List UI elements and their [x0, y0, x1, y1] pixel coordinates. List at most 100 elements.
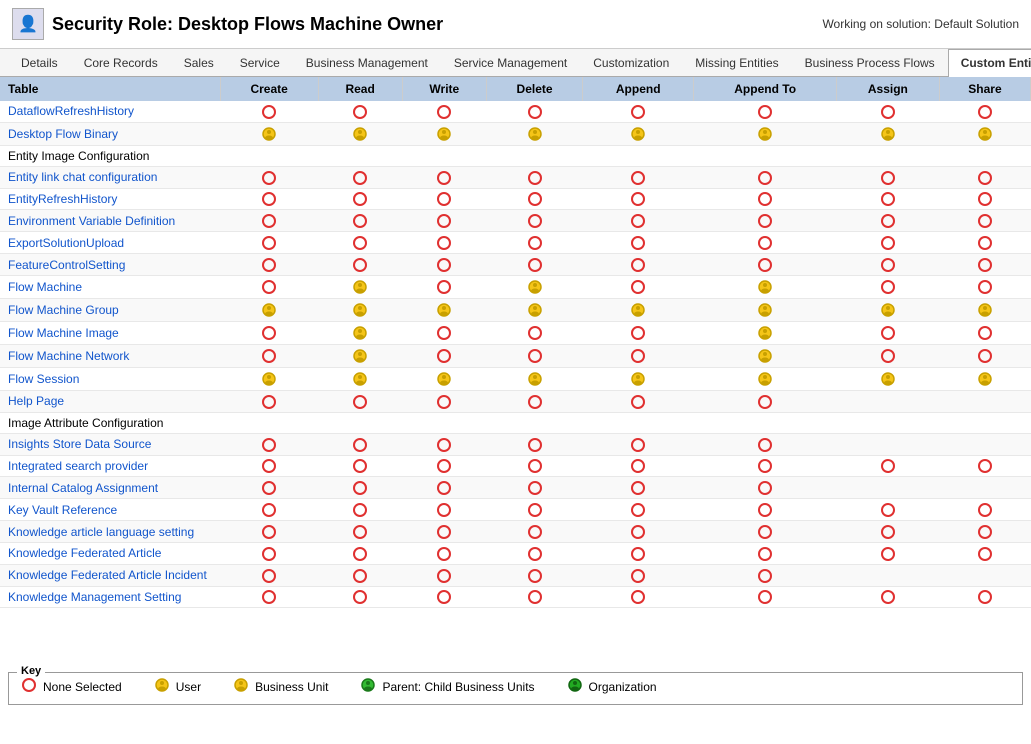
perm-none-icon[interactable] — [758, 236, 772, 250]
perm-none-icon[interactable] — [978, 547, 992, 561]
perm-append[interactable] — [582, 188, 693, 210]
perm-create[interactable] — [220, 477, 318, 499]
perm-share[interactable] — [939, 145, 1030, 166]
perm-none-icon[interactable] — [262, 192, 276, 206]
perm-none-icon[interactable] — [631, 105, 645, 119]
perm-share[interactable] — [939, 298, 1030, 321]
perm-append[interactable] — [582, 145, 693, 166]
perm-user-icon[interactable] — [630, 126, 646, 140]
perm-share[interactable] — [939, 275, 1030, 298]
perm-none-icon[interactable] — [528, 192, 542, 206]
perm-assign[interactable] — [836, 455, 939, 477]
perm-none-icon[interactable] — [353, 192, 367, 206]
perm-none-icon[interactable] — [437, 192, 451, 206]
perm-delete[interactable] — [487, 390, 583, 412]
perm-none-icon[interactable] — [437, 349, 451, 363]
perm-append[interactable] — [582, 321, 693, 344]
perm-none-icon[interactable] — [881, 192, 895, 206]
perm-user-icon[interactable] — [436, 126, 452, 140]
perm-none-icon[interactable] — [978, 525, 992, 539]
perm-none-icon[interactable] — [437, 525, 451, 539]
perm-none-icon[interactable] — [528, 258, 542, 272]
perm-none-icon[interactable] — [353, 395, 367, 409]
perm-none-icon[interactable] — [631, 569, 645, 583]
perm-share[interactable] — [939, 367, 1030, 390]
perm-create[interactable] — [220, 298, 318, 321]
perm-create[interactable] — [220, 254, 318, 276]
perm-append[interactable] — [582, 542, 693, 564]
perm-appendto[interactable] — [694, 210, 836, 232]
perm-read[interactable] — [318, 412, 402, 433]
perm-none-icon[interactable] — [262, 105, 276, 119]
perm-none-icon[interactable] — [437, 280, 451, 294]
perm-none-icon[interactable] — [353, 569, 367, 583]
perm-read[interactable] — [318, 564, 402, 586]
perm-create[interactable] — [220, 367, 318, 390]
perm-user-icon[interactable] — [352, 371, 368, 385]
tab-sales[interactable]: Sales — [171, 49, 227, 76]
perm-assign[interactable] — [836, 166, 939, 188]
perm-delete[interactable] — [487, 298, 583, 321]
perm-delete[interactable] — [487, 210, 583, 232]
perm-none-icon[interactable] — [758, 438, 772, 452]
perm-read[interactable] — [318, 521, 402, 543]
perm-none-icon[interactable] — [437, 258, 451, 272]
perm-share[interactable] — [939, 521, 1030, 543]
perm-none-icon[interactable] — [881, 590, 895, 604]
perm-read[interactable] — [318, 188, 402, 210]
perm-create[interactable] — [220, 455, 318, 477]
perm-user-icon[interactable] — [757, 348, 773, 362]
perm-user-icon[interactable] — [527, 126, 543, 140]
perm-write[interactable] — [402, 122, 487, 145]
perm-share[interactable] — [939, 586, 1030, 608]
perm-user-icon[interactable] — [880, 371, 896, 385]
perm-write[interactable] — [402, 166, 487, 188]
perm-create[interactable] — [220, 390, 318, 412]
perm-user-icon[interactable] — [880, 126, 896, 140]
perm-create[interactable] — [220, 275, 318, 298]
perm-assign[interactable] — [836, 390, 939, 412]
entity-name[interactable]: Knowledge Federated Article — [0, 542, 220, 564]
perm-delete[interactable] — [487, 564, 583, 586]
perm-none-icon[interactable] — [528, 438, 542, 452]
perm-create[interactable] — [220, 122, 318, 145]
perm-write[interactable] — [402, 412, 487, 433]
perm-create[interactable] — [220, 344, 318, 367]
perm-append[interactable] — [582, 275, 693, 298]
perm-share[interactable] — [939, 455, 1030, 477]
perm-none-icon[interactable] — [262, 171, 276, 185]
perm-read[interactable] — [318, 433, 402, 455]
perm-user-icon[interactable] — [757, 279, 773, 293]
perm-appendto[interactable] — [694, 344, 836, 367]
perm-append[interactable] — [582, 455, 693, 477]
perm-user-icon[interactable] — [527, 371, 543, 385]
perm-delete[interactable] — [487, 455, 583, 477]
perm-user-icon[interactable] — [757, 302, 773, 316]
perm-write[interactable] — [402, 145, 487, 166]
perm-user-icon[interactable] — [630, 302, 646, 316]
perm-user-icon[interactable] — [527, 279, 543, 293]
perm-append[interactable] — [582, 564, 693, 586]
perm-assign[interactable] — [836, 344, 939, 367]
tab-business-management[interactable]: Business Management — [293, 49, 441, 76]
perm-none-icon[interactable] — [758, 171, 772, 185]
perm-appendto[interactable] — [694, 275, 836, 298]
perm-none-icon[interactable] — [978, 192, 992, 206]
perm-create[interactable] — [220, 145, 318, 166]
perm-none-icon[interactable] — [353, 525, 367, 539]
perm-delete[interactable] — [487, 321, 583, 344]
perm-appendto[interactable] — [694, 254, 836, 276]
perm-delete[interactable] — [487, 499, 583, 521]
entity-name[interactable]: Desktop Flow Binary — [0, 122, 220, 145]
perm-append[interactable] — [582, 367, 693, 390]
perm-create[interactable] — [220, 433, 318, 455]
perm-none-icon[interactable] — [353, 258, 367, 272]
perm-none-icon[interactable] — [978, 349, 992, 363]
perm-none-icon[interactable] — [353, 481, 367, 495]
perm-none-icon[interactable] — [758, 105, 772, 119]
perm-create[interactable] — [220, 210, 318, 232]
perm-none-icon[interactable] — [631, 236, 645, 250]
perm-appendto[interactable] — [694, 455, 836, 477]
perm-none-icon[interactable] — [631, 395, 645, 409]
perm-delete[interactable] — [487, 188, 583, 210]
